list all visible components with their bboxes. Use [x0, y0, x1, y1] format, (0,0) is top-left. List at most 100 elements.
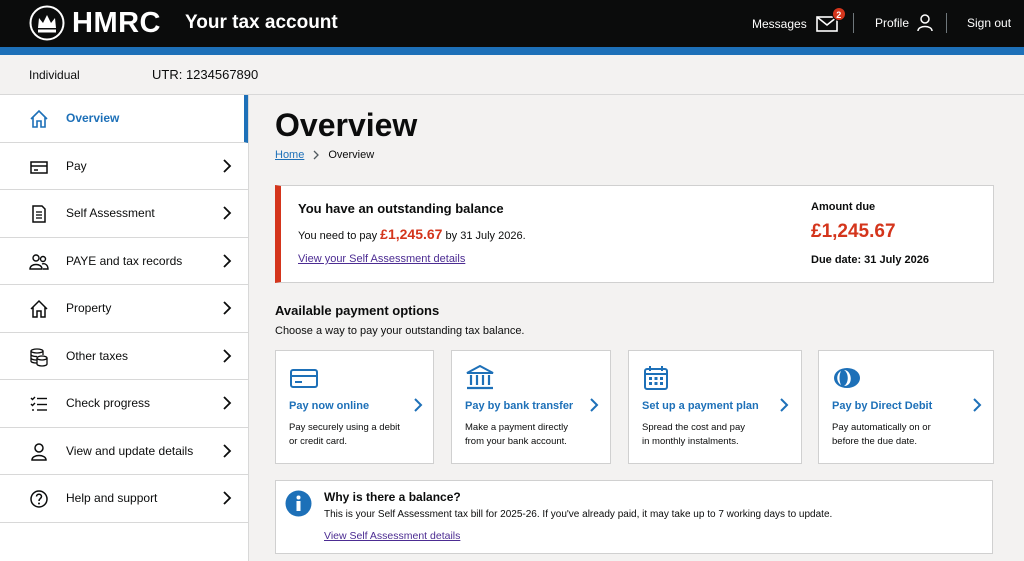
help-icon: [30, 490, 48, 508]
sidebar-item-property[interactable]: Property: [0, 285, 248, 333]
sidebar-item-paye[interactable]: PAYE and tax records: [0, 238, 248, 285]
sidebar-nav: Overview Pay Self Assessment PAYE and ta…: [0, 95, 249, 561]
info-description: This is your Self Assessment tax bill fo…: [324, 509, 833, 520]
sidebar-item-label: PAYE and tax records: [66, 253, 183, 268]
sidebar-item-overview[interactable]: Overview: [0, 95, 248, 143]
header-accent-bar: [0, 47, 1024, 55]
sign-out-link[interactable]: Sign out: [967, 16, 1011, 30]
balance-desc-prefix: You need to pay: [298, 230, 381, 242]
chevron-right-icon: [223, 253, 232, 268]
sidebar-item-self-assessment[interactable]: Self Assessment: [0, 190, 248, 238]
coins-icon: [30, 347, 48, 367]
sidebar-item-label: Self Assessment: [66, 206, 155, 221]
home-icon: [30, 109, 48, 128]
direct-debit-icon: [834, 368, 860, 388]
card-description-line: Make a payment directly: [465, 422, 568, 433]
balance-amount-inline: £1,245.67: [380, 226, 443, 242]
amount-due-label: Amount due: [811, 201, 876, 213]
chevron-right-icon: [223, 491, 232, 505]
sidebar-item-help-support[interactable]: Help and support: [0, 475, 248, 523]
card-description: Pay securely using a debit or credit card…: [289, 421, 414, 449]
card-title: Pay by bank transfer: [465, 400, 574, 412]
messages-count-badge: 2: [831, 7, 846, 21]
card-description-line: before the due date.: [832, 436, 918, 447]
credit-card-icon: [290, 369, 318, 388]
profile-label: Profile: [875, 16, 910, 30]
chevron-right-icon: [414, 398, 423, 412]
chevron-right-icon: [223, 301, 232, 315]
crown-crest-icon: [29, 5, 65, 41]
sidebar-item-label: Other taxes: [66, 348, 129, 363]
card-description: Pay automatically on or before the due da…: [832, 421, 957, 449]
bank-icon: [466, 365, 494, 390]
payment-options-heading: Available payment options: [275, 303, 440, 318]
sidebar-item-label: View and update details: [66, 443, 194, 458]
card-description-line: Pay securely using a debit: [289, 422, 400, 433]
due-date: Due date: 31 July 2026: [811, 254, 930, 266]
info-self-assessment-link[interactable]: View Self Assessment details: [324, 530, 460, 542]
profile-link[interactable]: Profile: [875, 14, 933, 32]
card-description-line: from your bank account.: [465, 436, 567, 447]
profile-icon: [917, 14, 933, 32]
utr-number: UTR: 1234567890: [152, 67, 259, 82]
balance-description: You need to pay £1,245.67 by 31 July 202…: [298, 226, 526, 242]
calendar-icon: [644, 366, 668, 390]
pay-by-bank-transfer-card[interactable]: Pay by bank transfer Make a payment dire…: [451, 350, 611, 464]
app-title: Your tax account: [185, 12, 338, 33]
hmrc-logo[interactable]: HMRC: [72, 7, 161, 40]
messages-link[interactable]: Messages 2: [752, 7, 846, 32]
card-description: Make a payment directly from your bank ac…: [465, 421, 590, 449]
breadcrumb: Home Overview: [275, 149, 374, 161]
set-up-payment-plan-card[interactable]: Set up a payment plan Spread the cost an…: [628, 350, 802, 464]
sidebar-item-view-update-details[interactable]: View and update details: [0, 428, 248, 475]
balance-desc-suffix: by 31 July 2026.: [442, 230, 526, 242]
card-title: Set up a payment plan: [642, 400, 759, 412]
info-title: Why is there a balance?: [324, 490, 461, 504]
card-title: Pay by Direct Debit: [832, 400, 933, 412]
card-icon: [30, 160, 48, 174]
sidebar-item-label: Overview: [66, 111, 120, 126]
pay-by-direct-debit-card[interactable]: Pay by Direct Debit Pay automatically on…: [818, 350, 994, 464]
sidebar-item-label: Help and support: [66, 491, 158, 506]
balance-info-panel: Why is there a balance? This is your Sel…: [275, 480, 993, 554]
sidebar-item-label: Property: [66, 301, 112, 316]
view-self-assessment-link[interactable]: View your Self Assessment details: [298, 253, 465, 265]
header-divider: [946, 13, 947, 33]
chevron-right-icon: [223, 443, 232, 458]
amount-due-value: £1,245.67: [811, 221, 896, 242]
checklist-icon: [30, 396, 47, 411]
messages-label: Messages: [752, 17, 807, 31]
card-description-line: Pay automatically on or: [832, 422, 931, 433]
chevron-right-icon: [223, 396, 232, 410]
identity-bar: Individual UTR: 1234567890: [0, 55, 1024, 95]
people-icon: [29, 253, 49, 270]
pay-now-online-card[interactable]: Pay now online Pay securely using a debi…: [275, 350, 434, 464]
document-icon: [32, 205, 46, 223]
card-title: Pay now online: [289, 400, 370, 412]
breadcrumb-current: Overview: [328, 149, 375, 161]
envelope-icon: 2: [815, 7, 846, 32]
sidebar-item-other-taxes[interactable]: Other taxes: [0, 333, 248, 380]
breadcrumb-home-link[interactable]: Home: [275, 149, 304, 161]
card-description: Spread the cost and pay in monthly instal…: [642, 421, 767, 449]
sidebar-item-pay[interactable]: Pay: [0, 143, 248, 190]
sidebar-item-label: Pay: [66, 158, 87, 173]
chevron-right-icon: [223, 348, 232, 363]
chevron-right-icon: [973, 398, 982, 412]
chevron-right-icon: [590, 398, 599, 412]
card-description-line: or credit card.: [289, 436, 348, 447]
top-header: HMRC Your tax account Messages 2 Profile…: [0, 0, 1024, 47]
outstanding-balance-alert: You have an outstanding balance You need…: [275, 185, 994, 283]
house-icon: [30, 299, 48, 318]
page-title: Overview: [275, 107, 418, 143]
sidebar-item-check-progress[interactable]: Check progress: [0, 380, 248, 428]
sidebar-item-label: Check progress: [66, 396, 151, 411]
payment-options-subheading: Choose a way to pay your outstanding tax…: [275, 325, 525, 337]
card-description-line: in monthly instalments.: [642, 436, 739, 447]
chevron-right-icon: [313, 150, 320, 160]
chevron-right-icon: [223, 206, 232, 220]
account-type: Individual: [29, 68, 80, 82]
chevron-right-icon: [223, 158, 232, 173]
header-divider: [853, 13, 854, 33]
chevron-right-icon: [780, 398, 789, 412]
